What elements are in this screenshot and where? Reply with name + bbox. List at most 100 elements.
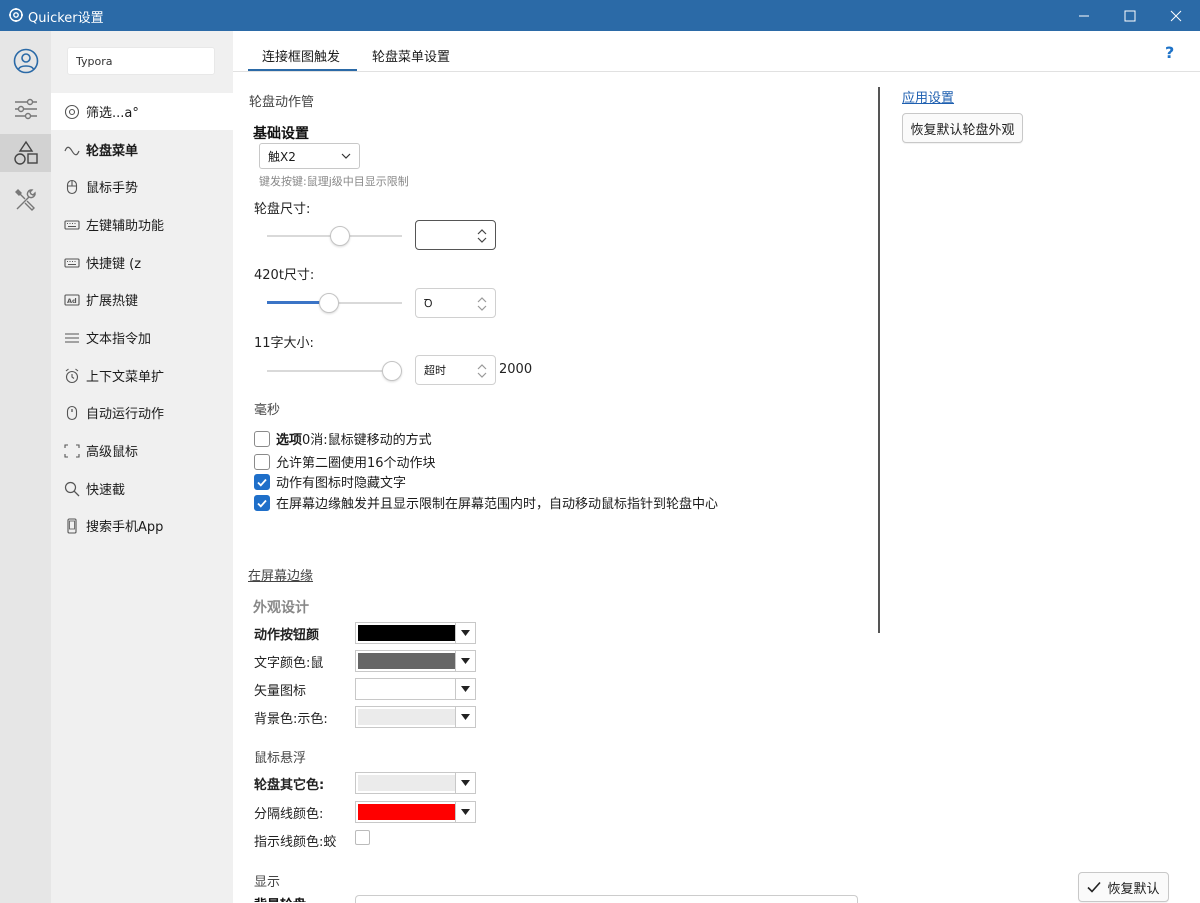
tab-trigger[interactable]: 连接框图触发 xyxy=(262,46,340,65)
sidebar-item-label: 筛选...a° xyxy=(86,106,139,121)
basic-settings-title: 基础设置 xyxy=(253,126,309,142)
rail-item-tools[interactable] xyxy=(0,181,51,219)
color-label: 背景色:示色: xyxy=(254,712,328,727)
gear-atom-icon xyxy=(9,8,23,22)
sidebar-item-label: 自动运行动作 xyxy=(86,407,165,422)
restore-default-button[interactable]: 恢复默认 xyxy=(1078,872,1169,902)
sidebar-item-text-commands[interactable]: 文本指令加 xyxy=(51,319,233,356)
checkmark-icon xyxy=(257,499,267,508)
apply-settings-link[interactable]: 应用设置 xyxy=(902,87,954,106)
color-picker[interactable] xyxy=(355,678,476,700)
color-dropdown[interactable] xyxy=(455,651,475,671)
rail-item-user[interactable] xyxy=(0,42,51,80)
button-label: 恢复默认轮盘外观 xyxy=(910,122,1015,138)
font-size-label: 11字大小: xyxy=(254,336,314,351)
alarm-icon xyxy=(64,368,80,384)
color-dropdown[interactable] xyxy=(455,707,475,727)
chevron-down-icon xyxy=(461,809,470,815)
hover-title: 鼠标悬浮 xyxy=(254,751,307,766)
slider-thumb[interactable] xyxy=(330,226,350,246)
field2-spin[interactable]: Ꝺ xyxy=(415,288,496,318)
section2-title: 在屏幕边缘 xyxy=(248,569,314,584)
color-label: 矢量图标 xyxy=(254,684,307,699)
checkbox[interactable] xyxy=(254,453,270,470)
guide-line-checkbox[interactable] xyxy=(355,830,370,845)
keyboard-icon xyxy=(64,217,80,233)
maximize-button[interactable] xyxy=(1107,0,1153,31)
color-picker[interactable] xyxy=(355,772,476,794)
field2-slider[interactable] xyxy=(267,293,402,313)
tab-active-indicator xyxy=(248,69,357,71)
sidebar-item-label: 搜索手机App xyxy=(86,520,164,535)
font-size-slider[interactable] xyxy=(267,361,402,381)
search-box[interactable] xyxy=(67,47,215,75)
sidebar-item-mouse-gesture[interactable]: 鼠标手势 xyxy=(51,168,233,205)
color-row-text: 文字颜色:鼠 xyxy=(254,650,514,672)
bg-wheel-field[interactable] xyxy=(355,895,858,903)
slider-thumb[interactable] xyxy=(319,293,339,313)
vertical-divider xyxy=(878,87,880,633)
color-dropdown[interactable] xyxy=(455,773,475,793)
check-label: 允许第二圈使用16个动作块 xyxy=(276,456,436,471)
color-dropdown[interactable] xyxy=(455,623,475,643)
sidebar-item-auto-run[interactable]: 自动运行动作 xyxy=(51,394,233,431)
rail-item-sliders[interactable] xyxy=(0,90,51,128)
color-picker[interactable] xyxy=(355,650,476,672)
check-label: 动作有图标时隐藏文字 xyxy=(276,476,407,491)
search-icon xyxy=(64,481,80,497)
slider-thumb[interactable] xyxy=(382,361,402,381)
hint-text: 键发按键:鼠理j级中目显示限制 xyxy=(259,175,409,188)
user-icon xyxy=(13,48,38,74)
search-input[interactable] xyxy=(68,48,214,74)
sidebar-item-context-menu[interactable]: 上下文菜单扩 xyxy=(51,357,233,394)
color-picker[interactable] xyxy=(355,622,476,644)
option-check-1[interactable]: 选项 0消:鼠标键移动的方式 xyxy=(254,429,432,448)
chevron-down-icon xyxy=(461,714,470,720)
color-dropdown[interactable] xyxy=(455,802,475,822)
close-button[interactable] xyxy=(1153,0,1199,31)
timeout-spin[interactable]: 超时 xyxy=(415,355,496,385)
wheel-size-spin[interactable] xyxy=(415,220,496,250)
option-check-4[interactable]: 在屏幕边缘触发并且显示限制在屏幕范围内时，自动移动鼠标指针到轮盘中心 xyxy=(254,493,718,512)
trigger-combo[interactable]: 触X2 xyxy=(259,143,360,169)
tab-wheel-settings[interactable]: 轮盘菜单设置 xyxy=(372,46,450,65)
wheel-size-label: 轮盘尺寸: xyxy=(254,202,311,217)
minimize-button[interactable] xyxy=(1061,0,1107,31)
guide-line-label: 指示线颜色:蛟 xyxy=(254,835,337,850)
help-button[interactable]: ? xyxy=(1165,43,1174,62)
checkbox[interactable] xyxy=(254,430,270,447)
sidebar-item-filter[interactable]: 筛选...a° xyxy=(51,93,233,130)
sidebar-item-wheel-menu[interactable]: 轮盘菜单 xyxy=(51,131,233,168)
rail-item-shapes[interactable] xyxy=(0,134,51,172)
check-label-bold: 选项 xyxy=(276,433,303,448)
phone-icon xyxy=(64,517,80,534)
option-check-3[interactable]: 动作有图标时隐藏文字 xyxy=(254,472,406,491)
display-title: 显示 xyxy=(254,875,281,890)
button-label: 恢复默认 xyxy=(1107,881,1160,897)
sidebar-item-advanced-mouse[interactable]: 高级鼠标 xyxy=(51,432,233,469)
target-icon xyxy=(64,104,80,120)
checkmark-icon xyxy=(1087,881,1102,893)
checkbox-checked[interactable] xyxy=(254,494,270,511)
wheel-size-slider[interactable] xyxy=(267,226,402,246)
shapes-icon xyxy=(13,140,38,165)
field2-label: 420t尺寸: xyxy=(254,268,315,283)
color-dropdown[interactable] xyxy=(455,679,475,699)
color-picker[interactable] xyxy=(355,706,476,728)
sidebar-item-label: 扩展热键 xyxy=(86,294,139,309)
sidebar-item-quick-screenshot[interactable]: 快速截 xyxy=(51,470,233,507)
checkbox-checked[interactable] xyxy=(254,473,270,490)
chevron-down-icon xyxy=(341,153,351,159)
bg-wheel-label: 背景轮盘 xyxy=(254,894,306,902)
sidebar-item-left-assist[interactable]: 左键辅助功能 xyxy=(51,206,233,243)
restore-wheel-appearance-button[interactable]: 恢复默认轮盘外观 xyxy=(902,113,1023,143)
color-row-action: 动作按钮颜 xyxy=(254,622,514,644)
sidebar-item-phone-app[interactable]: 搜索手机App xyxy=(51,507,233,544)
sidebar-item-hotkeys[interactable]: Ad 扩展热键 xyxy=(51,281,233,318)
option-check-2[interactable]: 允许第二圈使用16个动作块 xyxy=(254,452,436,471)
wave-icon xyxy=(64,142,80,158)
color-label: 分隔线颜色: xyxy=(254,807,324,822)
color-picker[interactable] xyxy=(355,801,476,823)
window-title: Quicker设置 xyxy=(28,11,104,26)
sidebar-item-shortcuts[interactable]: 快捷键 (z xyxy=(51,244,233,281)
